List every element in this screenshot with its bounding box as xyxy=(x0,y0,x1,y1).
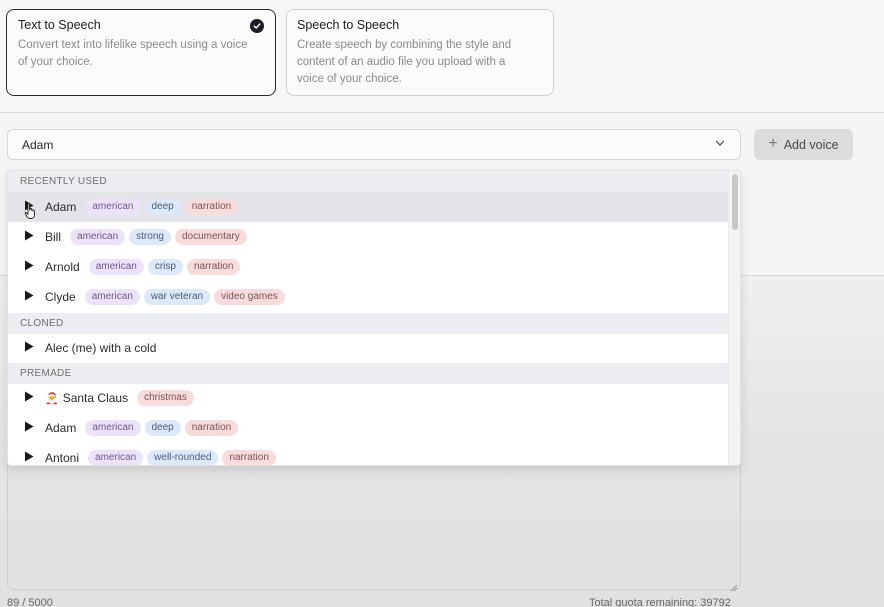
mode-title: Text to Speech xyxy=(18,18,101,32)
mode-description: Create speech by combining the style and… xyxy=(297,39,512,85)
voice-option[interactable]: Antoni american well-rounded narration xyxy=(8,443,728,465)
plus-icon: + xyxy=(768,135,778,152)
mode-card-text-to-speech[interactable]: Text to Speech Convert text into lifelik… xyxy=(6,9,276,96)
play-icon[interactable] xyxy=(24,389,45,407)
santa-emoji-icon: 🎅 xyxy=(45,392,59,405)
resize-handle-icon[interactable] xyxy=(730,579,738,592)
voice-tag: american xyxy=(88,259,144,275)
voice-name: Antoni xyxy=(45,451,80,465)
voice-tag: crisp xyxy=(147,259,183,275)
voice-select[interactable]: Adam xyxy=(7,129,741,160)
scrollbar-thumb[interactable] xyxy=(732,174,738,230)
play-icon[interactable] xyxy=(24,228,45,246)
voice-name: Bill xyxy=(45,230,62,244)
section-header-premade: PREMADE xyxy=(8,363,728,384)
chevron-down-icon xyxy=(714,136,726,154)
voice-tag: narration xyxy=(184,420,239,436)
voice-option[interactable]: Adam american deep narration xyxy=(8,413,728,443)
voice-tag: american xyxy=(84,289,140,305)
voice-tag: narration xyxy=(184,199,239,215)
section-header-recently-used: RECENTLY USED xyxy=(8,171,728,192)
voice-tag: narration xyxy=(222,450,276,465)
voice-tag: american xyxy=(85,420,141,436)
mode-description: Convert text into lifelike speech using … xyxy=(18,39,248,68)
voice-tag: documentary xyxy=(174,229,247,245)
section-header-cloned: CLONED xyxy=(8,313,728,334)
add-voice-button[interactable]: + Add voice xyxy=(754,129,853,160)
dropdown-scrollbar[interactable] xyxy=(728,171,740,465)
voice-name: Adam xyxy=(45,421,77,435)
voice-name: Adam xyxy=(45,200,77,214)
voice-tag: american xyxy=(70,229,126,245)
voice-tag: american xyxy=(85,199,141,215)
character-count: 89 / 5000 xyxy=(7,597,53,607)
voice-tag: deep xyxy=(144,199,181,215)
voice-tag: american xyxy=(88,450,144,465)
mouse-pointer-icon xyxy=(24,202,38,220)
mode-title: Speech to Speech xyxy=(297,18,400,32)
voice-dropdown: RECENTLY USED Adam american deep narrati… xyxy=(7,170,741,466)
quota-remaining: Total quota remaining: 39792 xyxy=(589,597,731,607)
check-icon xyxy=(250,19,264,33)
voice-tag: strong xyxy=(129,229,171,245)
voice-tag: war veteran xyxy=(143,289,211,305)
play-icon[interactable] xyxy=(24,339,45,357)
voice-option[interactable]: Arnold american crisp narration xyxy=(8,252,728,282)
play-icon[interactable] xyxy=(24,419,45,437)
play-icon[interactable] xyxy=(24,449,45,465)
voice-name: Santa Claus xyxy=(62,391,129,405)
play-icon[interactable] xyxy=(24,288,45,306)
voice-option[interactable]: Bill american strong documentary xyxy=(8,222,728,252)
voice-name: Alec (me) with a cold xyxy=(45,341,157,355)
voice-option[interactable]: Alec (me) with a cold xyxy=(8,333,728,363)
voice-select-value: Adam xyxy=(22,137,54,152)
voice-name: Arnold xyxy=(45,260,80,274)
play-icon[interactable] xyxy=(24,258,45,276)
voice-tag: christmas xyxy=(137,390,194,406)
mode-card-speech-to-speech[interactable]: Speech to Speech Create speech by combin… xyxy=(286,9,554,96)
voice-option[interactable]: Adam american deep narration xyxy=(8,192,728,222)
voice-option[interactable]: 🎅 Santa Claus christmas xyxy=(8,383,728,413)
voice-tag: video games xyxy=(214,289,285,305)
voice-name: Clyde xyxy=(45,290,76,304)
voice-tag: deep xyxy=(144,420,181,436)
add-voice-label: Add voice xyxy=(783,137,839,152)
voice-tag: narration xyxy=(186,259,241,275)
voice-option[interactable]: Clyde american war veteran video games xyxy=(8,282,728,312)
voice-tag: well-rounded xyxy=(147,450,219,465)
